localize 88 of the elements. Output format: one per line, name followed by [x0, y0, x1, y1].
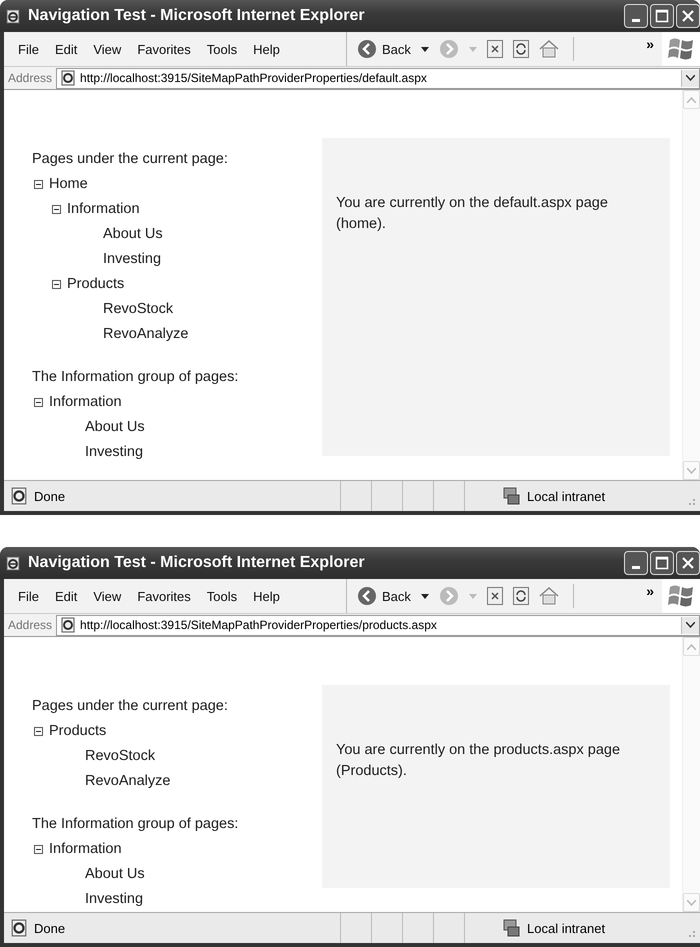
tree-node-link[interactable]: RevoAnalyze — [103, 322, 188, 347]
chevron-down-icon — [686, 75, 695, 81]
back-button[interactable]: Back — [357, 586, 411, 606]
tree-node-link[interactable]: Products — [49, 719, 106, 744]
maximize-icon — [655, 9, 669, 23]
caret-icon[interactable] — [420, 594, 429, 598]
message-text: You are currently on the default.aspx page (home). — [336, 194, 609, 234]
browser-icon — [6, 555, 22, 571]
refresh-icon[interactable] — [512, 587, 529, 605]
stop-icon[interactable] — [486, 587, 503, 605]
chevron-down-icon — [686, 622, 695, 628]
tree-node-link[interactable]: Products — [67, 272, 124, 297]
security-zone-text: Local intranet — [527, 920, 606, 936]
close-button[interactable] — [676, 4, 700, 28]
menu-item[interactable]: View — [85, 42, 130, 56]
caret-icon[interactable] — [420, 46, 429, 52]
minimize-button[interactable] — [624, 4, 648, 28]
menu-item[interactable]: Help — [245, 588, 288, 604]
section-heading: The Information group of pages: — [32, 815, 240, 834]
tree-node-link[interactable]: Investing — [85, 440, 144, 465]
address-label: Address — [7, 71, 54, 85]
collapse-icon[interactable] — [34, 727, 43, 736]
address-field[interactable]: http://localhost:3915/SiteMapPathProviderProperties/default.aspx — [56, 68, 700, 88]
maximize-button[interactable] — [650, 4, 674, 28]
window-title: Navigation Test - Microsoft Internet Explorer — [28, 554, 366, 572]
tree-node-link[interactable]: Investing — [103, 247, 162, 272]
menu-item[interactable]: View — [85, 588, 130, 604]
tree-node-link[interactable]: About Us — [103, 222, 163, 247]
menu-item[interactable]: Favorites — [129, 42, 199, 56]
address-field[interactable]: http://localhost:3915/SiteMapPathProviderProperties/products.aspx — [56, 614, 700, 636]
tree-node-link[interactable]: RevoStock — [103, 297, 174, 322]
dropdown-button[interactable] — [681, 70, 699, 86]
page-icon — [60, 617, 76, 633]
menu-item[interactable]: Favorites — [129, 588, 199, 604]
refresh-icon[interactable] — [512, 40, 529, 58]
back-button[interactable]: Back — [357, 39, 411, 59]
collapse-icon[interactable] — [34, 398, 43, 407]
address-label: Address — [7, 618, 54, 632]
tree-node-link[interactable]: Information — [49, 837, 122, 862]
status-text: Done — [34, 488, 66, 504]
toolbar-overflow-button[interactable]: » — [646, 36, 654, 52]
home-icon[interactable] — [538, 40, 559, 58]
page-icon — [10, 919, 28, 937]
tree-node-link[interactable]: About Us — [85, 415, 145, 440]
browser-icon — [6, 8, 22, 24]
home-icon[interactable] — [538, 587, 559, 605]
message-text: You are currently on the products.aspx page (Products). — [336, 741, 622, 781]
page-icon — [10, 487, 28, 505]
collapse-icon[interactable] — [52, 205, 61, 214]
collapse-icon[interactable] — [34, 180, 43, 189]
minimize-icon — [632, 18, 640, 22]
network-icon — [501, 487, 521, 505]
security-zone-text: Local intranet — [527, 488, 606, 504]
scroll-bar[interactable] — [682, 637, 700, 912]
close-icon — [681, 556, 695, 570]
maximize-icon — [655, 556, 669, 570]
tree-node-link[interactable]: Information — [67, 197, 140, 222]
status-text: Done — [34, 920, 66, 936]
menu-item[interactable]: File — [10, 42, 47, 56]
section-heading: Pages under the current page: — [32, 150, 229, 169]
minimize-button[interactable] — [624, 551, 648, 575]
tree-node-link[interactable]: RevoAnalyze — [85, 769, 170, 794]
tree-node-link[interactable]: About Us — [85, 862, 145, 887]
tree-node-link[interactable]: Home — [49, 172, 88, 197]
menu-item[interactable]: File — [10, 588, 47, 604]
network-icon — [501, 919, 521, 937]
menu-item[interactable]: Help — [245, 42, 288, 56]
stop-icon[interactable] — [486, 40, 503, 58]
toolbar-overflow-button[interactable]: » — [646, 583, 654, 599]
maximize-button[interactable] — [650, 551, 674, 575]
section-heading: Pages under the current page: — [32, 697, 229, 716]
tree-node-link[interactable]: Information — [49, 390, 122, 415]
section-heading: The Information group of pages: — [32, 368, 240, 387]
menu-item[interactable]: Edit — [46, 588, 86, 604]
collapse-icon[interactable] — [52, 280, 61, 289]
minimize-icon — [632, 566, 640, 568]
scroll-bar[interactable] — [682, 90, 700, 480]
tree-node-link[interactable]: Investing — [85, 887, 144, 912]
window-title: Navigation Test - Microsoft Internet Explorer — [28, 7, 366, 25]
collapse-icon[interactable] — [34, 845, 43, 854]
close-icon — [681, 9, 695, 23]
menu-item[interactable]: Edit — [46, 42, 86, 56]
tree-node-link[interactable]: RevoStock — [85, 744, 156, 769]
page-icon — [60, 70, 76, 86]
close-button[interactable] — [676, 551, 700, 575]
menu-item[interactable]: Tools — [198, 42, 246, 56]
menu-item[interactable]: Tools — [198, 588, 246, 604]
dropdown-button[interactable] — [681, 616, 699, 634]
